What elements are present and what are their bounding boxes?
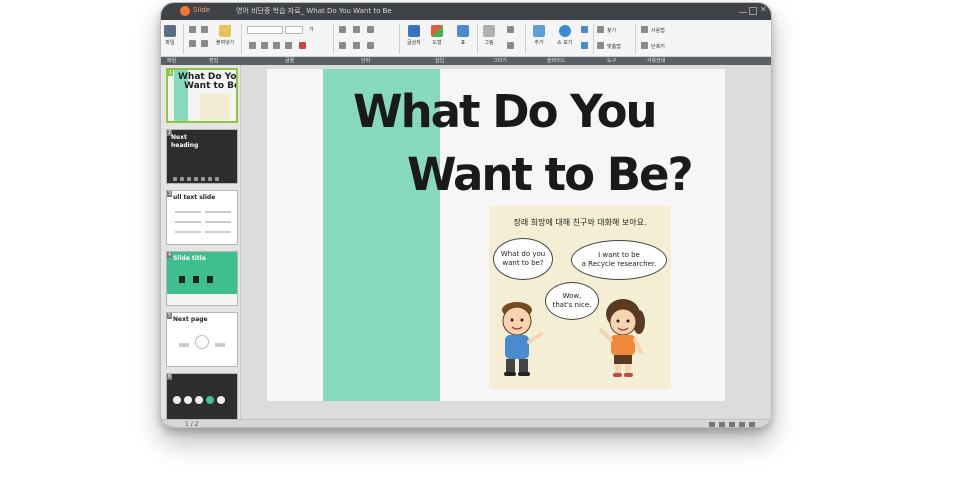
spellcheck-icon[interactable] <box>597 42 604 49</box>
paste-icon <box>219 25 232 37</box>
spellcheck-button[interactable]: 맞춤법 <box>607 43 621 50</box>
group-label-guide: 사용안내 <box>647 58 666 64</box>
cut-icon[interactable] <box>189 40 196 47</box>
layout-icon[interactable] <box>581 26 588 33</box>
text-box-button[interactable]: 글상자 <box>407 25 421 46</box>
group-label-font: 글꼴 <box>285 58 295 64</box>
current-slide[interactable]: What Do You Want to Be? 장래 희망에 대해 친구와 대화… <box>267 69 725 401</box>
shape-button[interactable]: 도형 <box>431 25 443 46</box>
app-logo-icon <box>180 6 190 16</box>
save-button[interactable]: 파일 <box>164 25 176 46</box>
copy-icon[interactable] <box>201 40 208 47</box>
sorter-view-icon[interactable] <box>719 422 725 427</box>
zoom-out-icon[interactable] <box>729 422 735 427</box>
align-left-icon[interactable] <box>339 42 346 49</box>
slide-canvas[interactable]: What Do You Want to Be? 장래 희망에 대해 친구와 대화… <box>241 65 771 419</box>
play-icon <box>558 25 571 37</box>
ribbon-group-labels: 파일 편집 글꼴 단락 삽입 그리기 슬라이드 도구 사용안내 <box>161 57 771 65</box>
font-name-combo[interactable] <box>247 26 283 34</box>
add-slide-button[interactable]: 추가 <box>533 25 545 46</box>
status-bar: 1 / 2 <box>161 419 771 428</box>
close-icon[interactable]: ✕ <box>760 6 768 14</box>
numbering-icon[interactable] <box>353 26 360 33</box>
title-bar: Slide 영어 비단중 학습 자료_ What Do You Want to … <box>161 3 771 20</box>
find-button[interactable]: 찾기 <box>607 27 616 34</box>
align-center-icon[interactable] <box>353 42 360 49</box>
slideshow-button[interactable]: 쇼 보기 <box>557 25 572 46</box>
group-label-file: 파일 <box>167 58 177 64</box>
slide-title-line-2[interactable]: Want to Be? <box>407 152 694 197</box>
document-title: 영어 비단중 학습 자료_ What Do You Want to Be <box>236 7 392 15</box>
bullets-icon[interactable] <box>339 26 346 33</box>
picture-icon <box>483 25 495 37</box>
boy-character <box>502 302 543 376</box>
underline-icon[interactable] <box>273 42 280 49</box>
slide-thumbnail-4[interactable]: 4 Slide title <box>166 251 238 306</box>
shape-icon <box>431 25 443 37</box>
slide-thumbnail-3[interactable]: 3 ull text slide <box>166 190 238 245</box>
table-button[interactable]: 표 <box>457 25 469 46</box>
fit-window-icon[interactable] <box>749 422 755 427</box>
slide-thumbnail-panel: 1 What Do You Want to Be? 2 Next heading… <box>161 65 241 427</box>
shortcut-icon[interactable] <box>641 42 648 49</box>
text-box-icon <box>407 25 420 37</box>
font-size-combo[interactable] <box>285 26 303 34</box>
slide-thumbnail-1[interactable]: 1 What Do You Want to Be? <box>166 68 238 123</box>
slide-thumbnail-2[interactable]: 2 Next heading <box>166 129 238 184</box>
group-label-slide: 슬라이드 <box>547 58 566 64</box>
italic-icon[interactable] <box>261 42 268 49</box>
usage-button[interactable]: 사용법 <box>651 27 665 34</box>
group-label-edit: 편집 <box>209 58 219 64</box>
table-icon <box>457 25 469 37</box>
girl-character <box>599 299 645 377</box>
redo-icon[interactable] <box>201 26 208 33</box>
grow-font-button[interactable]: 가 <box>309 26 314 33</box>
font-color-icon[interactable] <box>299 42 306 49</box>
zoom-in-icon[interactable] <box>739 422 745 427</box>
save-icon <box>164 25 176 37</box>
shortcut-button[interactable]: 단축키 <box>651 43 665 50</box>
cartoon-characters <box>502 299 645 377</box>
ribbon-toolbar: 파일 붙여넣기 가 글상자 도형 표 그림 추가 쇼 보기 찾기 맞춤법 사용법… <box>161 20 771 57</box>
group-label-paragraph: 단락 <box>361 58 371 64</box>
line-icon[interactable] <box>507 26 514 33</box>
bold-icon[interactable] <box>249 42 256 49</box>
add-slide-icon <box>533 25 545 37</box>
design-icon[interactable] <box>581 42 588 49</box>
align-right-icon[interactable] <box>367 42 374 49</box>
find-icon[interactable] <box>597 26 604 33</box>
cartoon-illustration[interactable]: 장래 희망에 대해 친구와 대화해 보아요. What do you want t… <box>489 206 671 389</box>
indent-icon[interactable] <box>367 26 374 33</box>
group-label-draw: 그리기 <box>493 58 507 64</box>
group-label-insert: 삽입 <box>435 58 445 64</box>
undo-icon[interactable] <box>189 26 196 33</box>
page-indicator: 1 / 2 <box>185 421 199 428</box>
fill-icon[interactable] <box>507 42 514 49</box>
picture-button[interactable]: 그림 <box>483 25 495 46</box>
slide-title-line-1[interactable]: What Do You <box>353 89 658 134</box>
app-name: Slide <box>193 6 211 14</box>
help-icon[interactable] <box>641 26 648 33</box>
strike-icon[interactable] <box>285 42 292 49</box>
app-window: Slide 영어 비단중 학습 자료_ What Do You Want to … <box>160 2 772 428</box>
group-label-tools: 도구 <box>607 58 617 64</box>
paste-button[interactable]: 붙여넣기 <box>216 25 234 46</box>
slide-thumbnail-5[interactable]: 5 Next page <box>166 312 238 367</box>
normal-view-icon[interactable] <box>709 422 715 427</box>
minimize-icon[interactable] <box>739 7 747 13</box>
maximize-icon[interactable] <box>749 7 757 15</box>
